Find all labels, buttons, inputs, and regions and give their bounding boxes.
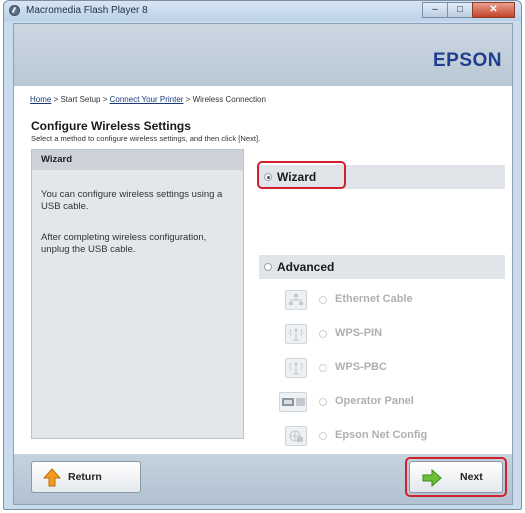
breadcrumb-separator: > bbox=[183, 95, 193, 104]
info-panel: Wizard You can configure wireless settin… bbox=[31, 149, 244, 439]
operator-panel-label[interactable]: Operator Panel bbox=[335, 395, 414, 407]
wps-pbc-label[interactable]: WPS-PBC bbox=[335, 361, 387, 373]
ethernet-icon bbox=[285, 290, 307, 310]
epson-net-config-label[interactable]: Epson Net Config bbox=[335, 429, 427, 441]
window-title: Macromedia Flash Player 8 bbox=[26, 5, 148, 16]
title-bar[interactable]: Macromedia Flash Player 8 – □ ✕ bbox=[4, 1, 521, 21]
advanced-option-label[interactable]: Advanced bbox=[277, 260, 334, 274]
operator-panel-radio[interactable] bbox=[319, 398, 327, 406]
header-banner: EPSON bbox=[14, 24, 512, 86]
operator-panel-icon bbox=[279, 392, 307, 412]
breadcrumb-separator: > bbox=[100, 95, 110, 104]
app-window: Macromedia Flash Player 8 – □ ✕ EPSON Ho… bbox=[3, 0, 522, 510]
wps-pin-radio[interactable] bbox=[319, 330, 327, 338]
page-subtitle: Select a method to configure wireless se… bbox=[31, 134, 261, 143]
epson-logo: EPSON bbox=[432, 50, 502, 71]
close-button[interactable]: ✕ bbox=[472, 2, 515, 18]
flash-player-icon bbox=[9, 5, 20, 16]
wps-pbc-radio[interactable] bbox=[319, 364, 327, 372]
epson-net-config-radio[interactable] bbox=[319, 432, 327, 440]
breadcrumb-start-setup: Start Setup bbox=[60, 95, 101, 104]
info-description: You can configure wireless settings usin… bbox=[41, 189, 223, 212]
page-title: Configure Wireless Settings bbox=[31, 119, 191, 133]
ethernet-cable-label[interactable]: Ethernet Cable bbox=[335, 293, 413, 305]
wps-pin-label[interactable]: WPS-PIN bbox=[335, 327, 382, 339]
wizard-highlight-box bbox=[257, 161, 346, 189]
info-title: Wizard bbox=[41, 154, 73, 165]
maximize-button[interactable]: □ bbox=[447, 2, 473, 18]
breadcrumb-home-link[interactable]: Home bbox=[30, 95, 51, 104]
ethernet-cable-radio[interactable] bbox=[319, 296, 327, 304]
info-panel-header: Wizard bbox=[32, 150, 243, 170]
info-note: After completing wireless configuration,… bbox=[41, 232, 207, 255]
wps-pbc-icon bbox=[285, 358, 307, 378]
net-config-icon bbox=[285, 426, 307, 446]
return-button[interactable]: Return bbox=[31, 461, 141, 493]
minimize-button[interactable]: – bbox=[422, 2, 448, 18]
breadcrumb-connect-link[interactable]: Connect Your Printer bbox=[110, 95, 184, 104]
breadcrumb-current: Wireless Connection bbox=[192, 95, 266, 104]
next-highlight-box bbox=[405, 457, 507, 497]
installer-content: EPSON Home > Start Setup > Connect Your … bbox=[13, 23, 513, 505]
advanced-radio[interactable] bbox=[264, 263, 272, 271]
window-controls: – □ ✕ bbox=[422, 2, 515, 18]
wps-pin-icon bbox=[285, 324, 307, 344]
return-button-label: Return bbox=[68, 471, 102, 483]
breadcrumb: Home > Start Setup > Connect Your Printe… bbox=[30, 95, 266, 104]
up-arrow-icon bbox=[42, 468, 62, 487]
